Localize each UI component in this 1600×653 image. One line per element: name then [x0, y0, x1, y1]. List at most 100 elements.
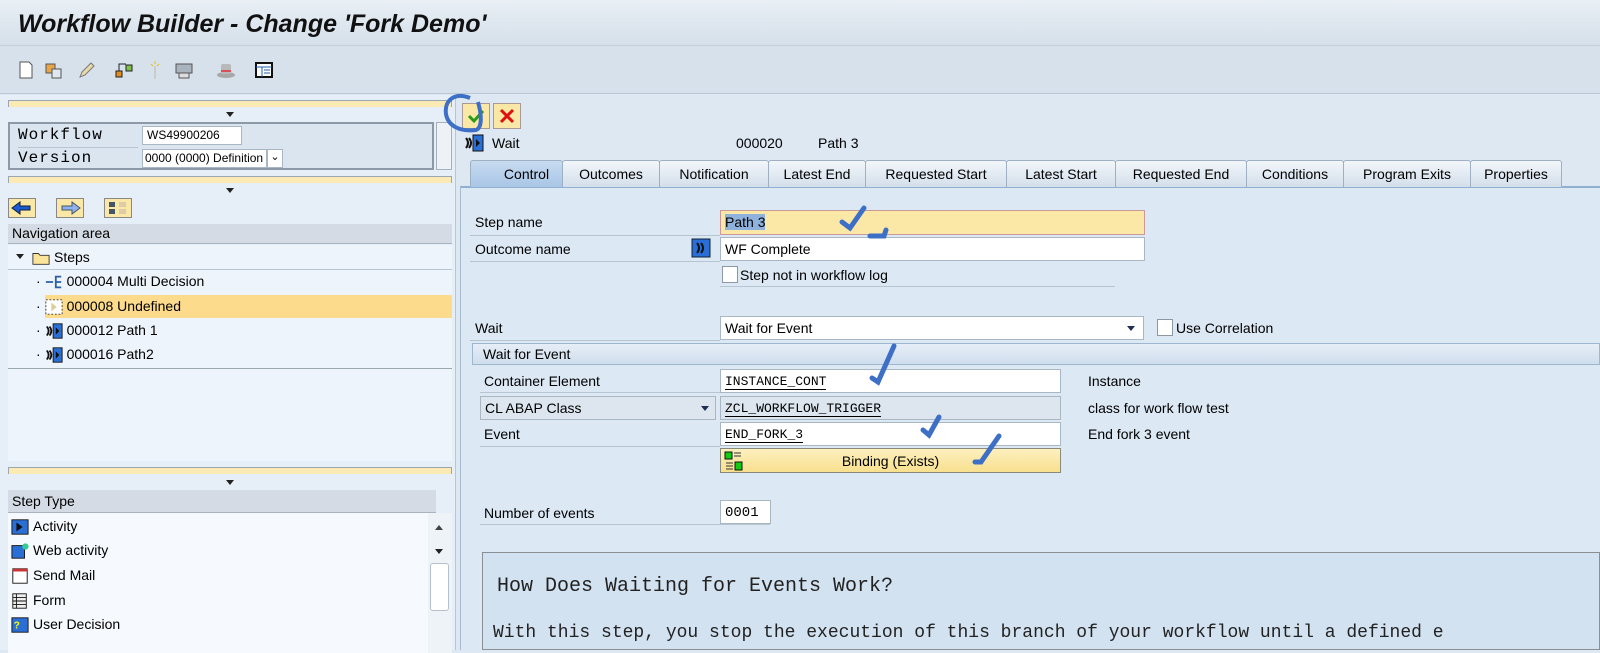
tab-requested-start[interactable]: Requested Start	[865, 160, 1007, 187]
use-correlation-label: Use Correlation	[1176, 320, 1274, 336]
edit-pencil-icon[interactable]	[76, 60, 96, 80]
annotation-checkmark-icon	[839, 205, 889, 239]
outcome-wait-icon[interactable]	[691, 238, 711, 258]
tree-item[interactable]: · 000004 Multi Decision	[36, 270, 204, 293]
workflow-label: Workflow	[18, 126, 103, 144]
step-type-item[interactable]: Send Mail	[11, 564, 95, 587]
step-type-scrollbar[interactable]	[428, 513, 452, 653]
number-of-events-label: Number of events	[484, 505, 595, 521]
printer-icon[interactable]	[174, 60, 194, 80]
copy-icon[interactable]	[44, 60, 64, 80]
form-icon	[12, 593, 27, 609]
binding-icon	[724, 451, 743, 471]
outcome-name-label: Outcome name	[475, 241, 571, 257]
collapse-arrow-icon[interactable]	[226, 188, 234, 193]
step-not-in-log-checkbox[interactable]	[722, 266, 738, 283]
tab-control[interactable]: Control	[470, 160, 563, 187]
multi-decision-icon	[45, 275, 61, 289]
step-type-label: Send Mail	[33, 567, 96, 583]
step-not-in-log-label: Step not in workflow log	[740, 267, 888, 283]
tree-root-steps[interactable]: Steps	[16, 246, 90, 269]
container-element-label: Container Element	[484, 373, 600, 389]
forward-button[interactable]	[56, 198, 84, 218]
tree-item[interactable]: · 000012 Path 1	[36, 319, 158, 342]
undefined-step-icon	[45, 299, 63, 315]
arrow-right-icon	[61, 201, 81, 215]
workflow-id-field[interactable]: WS49900206	[142, 126, 242, 145]
navigation-area-header: Navigation area	[8, 224, 452, 244]
step-type-item[interactable]: Activity	[11, 515, 77, 538]
step-type-label: Activity	[33, 518, 78, 534]
tab-outcomes[interactable]: Outcomes	[562, 160, 660, 187]
step-type-label: Web activity	[33, 542, 109, 558]
left-pane: Workflow WS49900206 Version 0000 (0000) …	[0, 95, 456, 653]
tree-item-label: 000012 Path 1	[66, 322, 158, 338]
version-select[interactable]: 0000 (0000) Definition	[142, 149, 267, 168]
collapse-bar[interactable]	[8, 176, 452, 183]
scroll-down-icon[interactable]	[435, 549, 443, 554]
step-type-item[interactable]: ? User Decision	[11, 613, 120, 636]
class-desc: class for work flow test	[1088, 400, 1229, 416]
help-title: How Does Waiting for Events Work?	[497, 575, 894, 598]
tab-program-exits[interactable]: Program Exits	[1343, 160, 1471, 187]
title-bar: Workflow Builder - Change 'Fork Demo'	[0, 0, 1600, 46]
wait-step-icon	[465, 134, 484, 152]
tab-requested-end[interactable]: Requested End	[1115, 160, 1247, 187]
cancel-button[interactable]	[493, 103, 521, 129]
hierarchy-icon[interactable]	[114, 60, 134, 80]
send-mail-icon	[12, 568, 28, 584]
class-input: ZCL_WORKFLOW_TRIGGER	[720, 396, 1061, 420]
step-type-item[interactable]: Web activity	[11, 539, 108, 562]
tree-item-selected[interactable]: · 000008 Undefined	[36, 295, 181, 318]
version-label: Version	[18, 149, 93, 167]
back-button[interactable]	[8, 198, 36, 218]
annotation-checkmark-icon	[869, 343, 897, 386]
step-name-input[interactable]: Path 3	[720, 210, 1145, 235]
wait-step-icon	[45, 347, 63, 363]
help-text: With this step, you stop the execution o…	[493, 623, 1444, 643]
collapse-arrow-icon[interactable]	[226, 480, 234, 485]
hat-icon[interactable]	[216, 60, 236, 80]
tab-latest-end[interactable]: Latest End	[768, 160, 866, 187]
step-name-label: Step name	[475, 214, 543, 230]
folder-icon	[32, 253, 50, 266]
tree-root-label: Steps	[54, 249, 90, 265]
dropdown-arrow-icon	[701, 406, 709, 411]
wait-type-select[interactable]: Wait for Event	[720, 316, 1144, 340]
container-element-desc: Instance	[1088, 373, 1141, 389]
tree-item-label: 000008 Undefined	[66, 298, 181, 314]
collapse-bar[interactable]	[8, 100, 452, 107]
step-type-item[interactable]: Form	[11, 589, 66, 612]
object-category-select[interactable]: CL ABAP Class	[480, 396, 716, 420]
dropdown-arrow-icon	[1127, 326, 1135, 331]
tree-item[interactable]: · 000016 Path2	[36, 343, 154, 366]
use-correlation-checkbox[interactable]	[1157, 319, 1173, 336]
window-title: Workflow Builder - Change 'Fork Demo'	[18, 10, 487, 38]
outcome-name-input[interactable]: WF Complete	[720, 237, 1145, 261]
wait-for-event-group-header: Wait for Event	[472, 343, 1600, 365]
step-type-label: Wait	[492, 135, 520, 151]
tab-conditions[interactable]: Conditions	[1246, 160, 1344, 187]
collapse-bar[interactable]	[8, 467, 452, 474]
magic-wand-icon[interactable]	[145, 60, 165, 80]
scroll-thumb[interactable]	[430, 563, 449, 611]
wait-label: Wait	[475, 320, 503, 336]
tab-properties[interactable]: Properties	[1470, 160, 1562, 187]
chevron-down-icon[interactable]: ⌄	[267, 149, 283, 168]
layout-icon[interactable]	[254, 60, 274, 80]
scroll-up-icon[interactable]	[435, 525, 443, 530]
structure-button[interactable]	[104, 198, 132, 218]
wait-type-value: Wait for Event	[725, 320, 813, 336]
number-of-events-input[interactable]: 0001	[720, 500, 771, 524]
annotation-checkmark-icon	[920, 414, 942, 439]
event-label: Event	[484, 426, 520, 442]
binding-label: Binding (Exists)	[841, 453, 940, 469]
group-title: Wait for Event	[483, 346, 571, 362]
step-number: 000020	[736, 135, 783, 151]
new-document-icon[interactable]	[16, 60, 36, 80]
web-activity-icon	[11, 543, 29, 559]
collapse-arrow-icon[interactable]	[226, 112, 234, 117]
tab-latest-start[interactable]: Latest Start	[1006, 160, 1116, 187]
step-name-value: Path 3	[725, 214, 766, 230]
tab-notification[interactable]: Notification	[659, 160, 769, 187]
